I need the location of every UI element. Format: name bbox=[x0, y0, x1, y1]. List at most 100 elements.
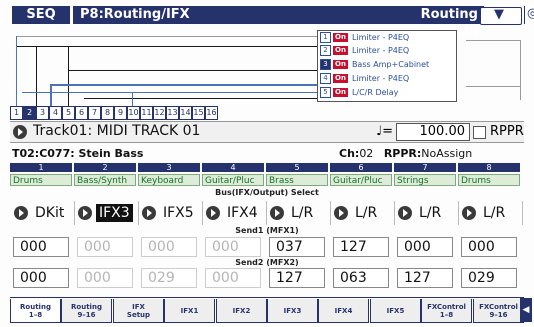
track-select-row: Track01: MIDI TRACK 01 ♩= 100.00 RPPR bbox=[10, 121, 524, 143]
send1-field[interactable]: 000 bbox=[77, 237, 133, 257]
chevron-down-icon: ▼ bbox=[494, 7, 504, 22]
track-button-16[interactable]: 16 bbox=[205, 106, 218, 120]
track-button-5[interactable]: 5 bbox=[62, 106, 75, 120]
track-button-9[interactable]: 9 bbox=[114, 106, 127, 120]
tempo-field[interactable]: 100.00 bbox=[396, 123, 470, 141]
column-number: 6 bbox=[330, 163, 392, 172]
tab-fxcontrol-1-8[interactable]: FXControl 1–8 bbox=[421, 299, 472, 323]
bus-popup-icon[interactable] bbox=[142, 206, 156, 220]
tab-routing-9-16[interactable]: Routing 9–16 bbox=[61, 299, 112, 323]
bus-popup-icon[interactable] bbox=[78, 206, 92, 220]
send2-field[interactable]: 000 bbox=[205, 268, 261, 288]
bus-select-5[interactable]: L/R bbox=[266, 201, 331, 225]
track-select-popup-icon[interactable] bbox=[13, 125, 27, 139]
bus-popup-icon[interactable] bbox=[398, 206, 412, 220]
track-button-1[interactable]: 1 bbox=[10, 106, 23, 120]
bus-select-1[interactable]: DKit bbox=[10, 201, 75, 225]
category-label: Guitar/Pluc bbox=[202, 174, 264, 186]
exit-button[interactable]: ◎ bbox=[524, 6, 534, 24]
track-button-14[interactable]: 14 bbox=[179, 106, 192, 120]
bus-popup-icon[interactable] bbox=[334, 206, 348, 220]
tempo-symbol: ♩= bbox=[376, 124, 394, 139]
category-label: Brass bbox=[266, 174, 328, 186]
track-button-12[interactable]: 12 bbox=[153, 106, 166, 120]
ifx-slot-list: 1 On Limiter - P4EQ 2 On Limiter - P4EQ 3 On B… bbox=[317, 30, 457, 102]
send2-field[interactable]: 000 bbox=[77, 268, 133, 288]
tab-scroll-icon[interactable]: ◀ bbox=[520, 298, 532, 322]
ifx-slot-5[interactable]: 5 On L/C/R Delay bbox=[320, 87, 398, 99]
bus-select-8[interactable]: L/R bbox=[458, 201, 523, 225]
page-title: P8:Routing/IFX bbox=[73, 6, 392, 24]
tab-ifx3[interactable]: IFX3 bbox=[267, 299, 318, 323]
bus-popup-icon[interactable] bbox=[270, 206, 284, 220]
routing-range-title: Routing T01–08 bbox=[386, 6, 484, 40]
bus-select-2[interactable]: IFX3 bbox=[74, 201, 139, 225]
send2-field[interactable]: 029 bbox=[141, 268, 197, 288]
tab-ifx2[interactable]: IFX2 bbox=[216, 299, 267, 323]
send2-field[interactable]: 127 bbox=[397, 268, 453, 288]
send1-title: Send1 (MFX1) bbox=[235, 226, 299, 235]
send2-field[interactable]: 000 bbox=[13, 268, 69, 288]
send1-field[interactable]: 000 bbox=[461, 237, 517, 257]
track-button-11[interactable]: 11 bbox=[140, 106, 153, 120]
send1-field[interactable]: 037 bbox=[269, 237, 325, 257]
track-button-10[interactable]: 10 bbox=[127, 106, 140, 120]
send2-field[interactable]: 127 bbox=[269, 268, 325, 288]
channel-rppr-info: Ch:02 RPPR:NoAssign bbox=[339, 147, 473, 160]
track-button-8[interactable]: 8 bbox=[101, 106, 114, 120]
column-number: 2 bbox=[74, 163, 136, 172]
send1-field[interactable]: 000 bbox=[141, 237, 197, 257]
ifx-slot-1[interactable]: 1 On Limiter - P4EQ bbox=[320, 32, 409, 44]
send1-field[interactable]: 127 bbox=[333, 237, 389, 257]
column-number: 5 bbox=[266, 163, 328, 172]
mode-label: SEQ bbox=[12, 6, 70, 24]
page-menu-button[interactable]: ▼ bbox=[480, 7, 522, 25]
tab-ifx-setup[interactable]: IFX Setup bbox=[113, 299, 164, 323]
track-button-3[interactable]: 3 bbox=[36, 106, 49, 120]
track-button-15[interactable]: 15 bbox=[192, 106, 205, 120]
tab-fxcontrol-9-16[interactable]: FXControl 9–16 bbox=[473, 299, 524, 323]
bus-value: L/R bbox=[291, 205, 314, 221]
seq-routing-screen: SEQ P8:Routing/IFX Routing T01–08 ▼ ◎ 1O… bbox=[0, 0, 534, 327]
column-number: 8 bbox=[458, 163, 520, 172]
send1-field[interactable]: 000 bbox=[397, 237, 453, 257]
track-button-13[interactable]: 13 bbox=[166, 106, 179, 120]
bus-value: DKit bbox=[35, 205, 65, 221]
bus-value: L/R bbox=[419, 205, 442, 221]
column-number: 1 bbox=[10, 163, 72, 172]
category-label: Drums bbox=[10, 174, 72, 186]
send2-field[interactable]: 029 bbox=[461, 268, 517, 288]
bus-popup-icon[interactable] bbox=[206, 206, 220, 220]
ifx-slot-4[interactable]: 4 On Limiter - P4EQ bbox=[320, 73, 409, 85]
tab-ifx5[interactable]: IFX5 bbox=[370, 299, 421, 323]
bus-popup-icon[interactable] bbox=[462, 206, 476, 220]
category-label: Guitar/Pluc bbox=[330, 174, 392, 186]
category-label: Keyboard bbox=[138, 174, 200, 186]
category-label: Bass/Synth bbox=[74, 174, 136, 186]
track-button-7[interactable]: 7 bbox=[88, 106, 101, 120]
bus-popup-icon[interactable] bbox=[14, 206, 28, 220]
track-button-4[interactable]: 4 bbox=[49, 106, 62, 120]
bus-value: IFX5 bbox=[163, 205, 194, 221]
bus-select-7[interactable]: L/R bbox=[394, 201, 459, 225]
track-button-2[interactable]: 2 bbox=[23, 106, 36, 120]
rppr-checkbox[interactable] bbox=[473, 126, 486, 139]
bus-value: IFX4 bbox=[227, 205, 258, 221]
tab-ifx4[interactable]: IFX4 bbox=[318, 299, 369, 323]
send1-field[interactable]: 000 bbox=[13, 237, 69, 257]
track-name: Track01: MIDI TRACK 01 bbox=[33, 123, 201, 139]
bus-value: L/R bbox=[483, 205, 506, 221]
tab-ifx1[interactable]: IFX1 bbox=[164, 299, 215, 323]
send2-field[interactable]: 063 bbox=[333, 268, 389, 288]
tab-routing-1-8[interactable]: Routing 1–8 bbox=[10, 299, 61, 323]
track-button-6[interactable]: 6 bbox=[75, 106, 88, 120]
bus-select-4[interactable]: IFX4 bbox=[202, 201, 267, 225]
column-number: 4 bbox=[202, 163, 264, 172]
send2-title: Send2 (MFX2) bbox=[235, 258, 299, 267]
ifx-slot-2[interactable]: 2 On Limiter - P4EQ bbox=[320, 45, 409, 57]
bus-select-6[interactable]: L/R bbox=[330, 201, 395, 225]
bus-value: IFX3 bbox=[96, 204, 133, 222]
send1-field[interactable]: 000 bbox=[205, 237, 261, 257]
ifx-slot-3[interactable]: 3 On Bass Amp+Cabinet bbox=[320, 59, 429, 71]
bus-select-3[interactable]: IFX5 bbox=[138, 201, 203, 225]
